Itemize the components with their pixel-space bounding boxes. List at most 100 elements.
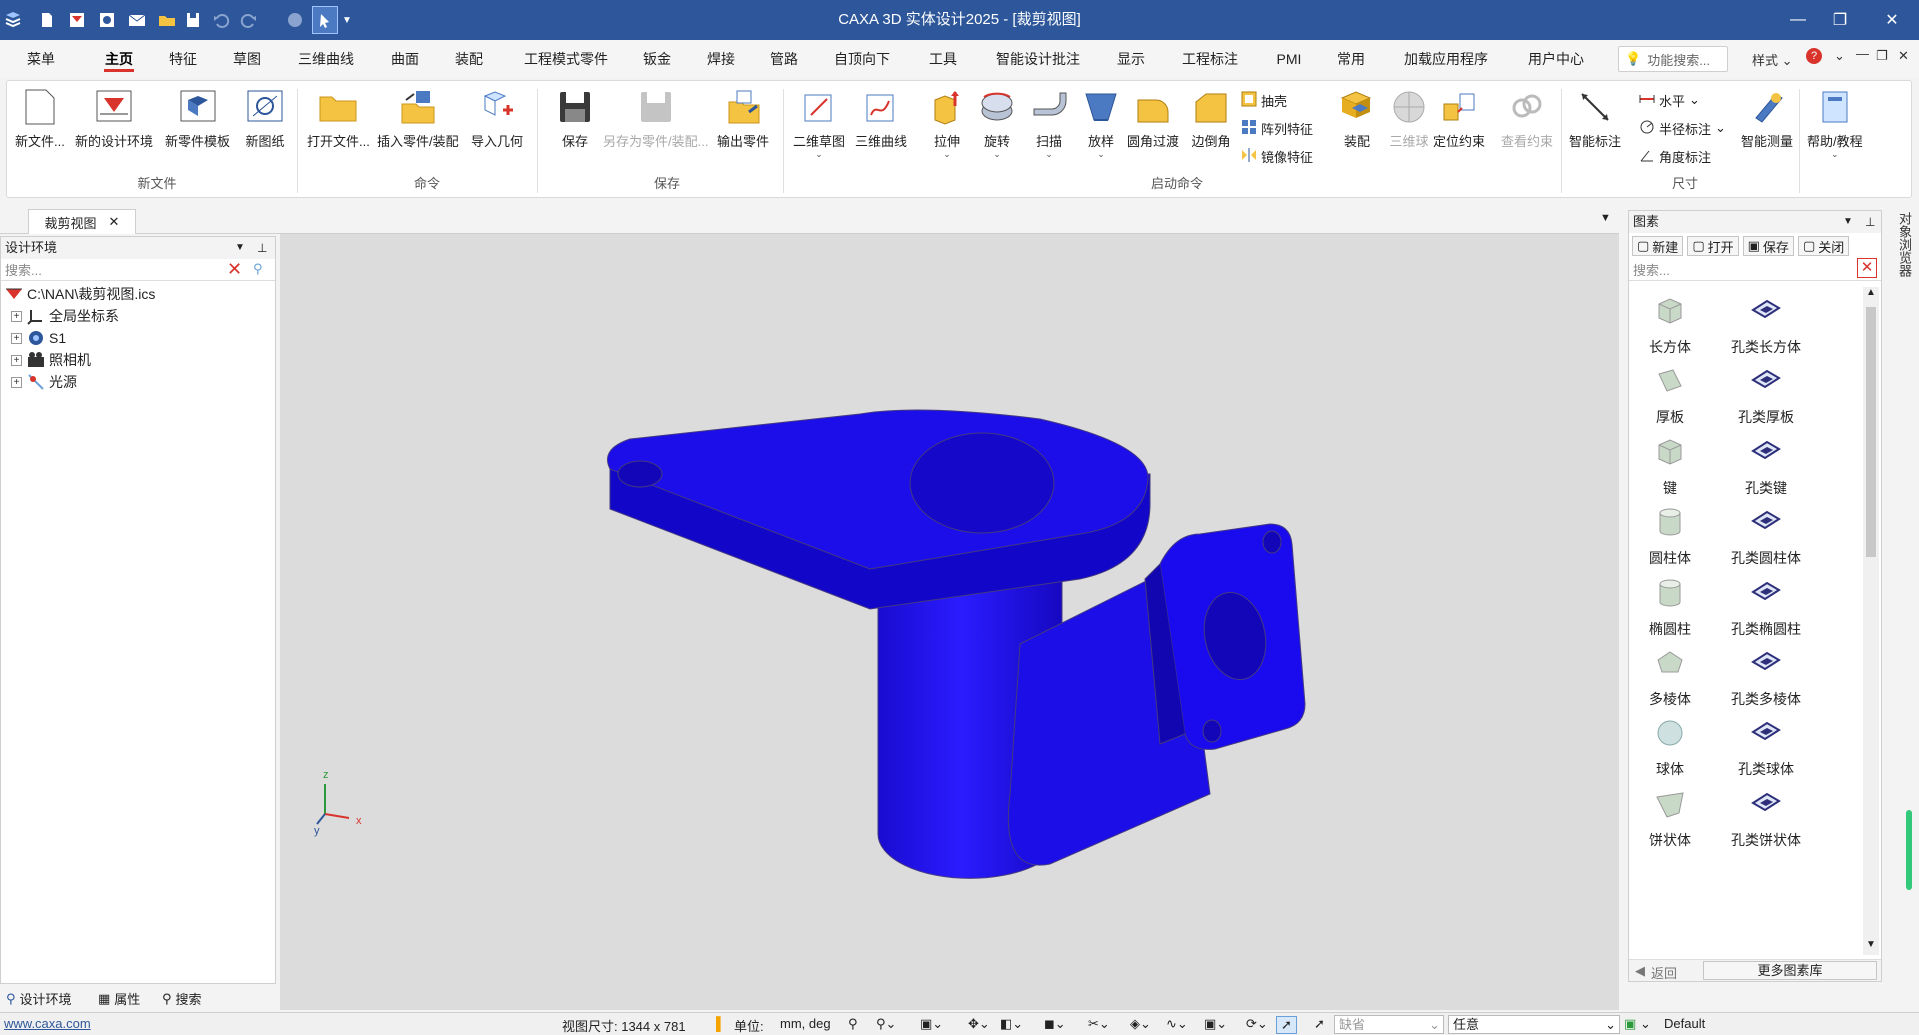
shading-icon[interactable]: ◼⌄: [1044, 1016, 1066, 1032]
move-icon[interactable]: ✥⌄: [968, 1016, 990, 1032]
save-catalog-button[interactable]: ▣ 保存: [1742, 236, 1794, 256]
smart-dimension-button[interactable]: 智能标注: [1569, 87, 1621, 163]
doc-restore-icon[interactable]: ❐: [1876, 48, 1888, 64]
pointer-select-icon[interactable]: ➚: [1276, 1016, 1297, 1034]
tree-item-design-env[interactable]: C:\NAN\裁剪视图.ics: [5, 283, 275, 305]
app-logo-icon[interactable]: [0, 6, 26, 34]
tree-item-global-coord[interactable]: + 全局坐标系: [5, 305, 275, 327]
panel-dropdown-icon[interactable]: ▼: [1843, 211, 1853, 233]
element-hole-key[interactable]: 孔类键: [1691, 432, 1841, 512]
ribbon-options-icon[interactable]: ⌄: [1834, 48, 1845, 64]
new-drawing-button[interactable]: 新图纸: [245, 87, 285, 163]
pick-icon[interactable]: ➚: [1314, 1016, 1325, 1032]
insert-part-button[interactable]: 插入零件/装配: [377, 87, 459, 163]
scrollbar-thumb[interactable]: [1866, 307, 1876, 557]
select-mode-icon[interactable]: [312, 6, 338, 34]
scroll-up-icon[interactable]: ▲: [1866, 287, 1876, 298]
tree-item-camera[interactable]: + 照相机: [5, 349, 275, 371]
gallery-scrollbar[interactable]: ▲ ▼: [1863, 287, 1879, 955]
clear-search-icon[interactable]: ✕: [1857, 258, 1877, 278]
filter-combo[interactable]: 缺省 ⌄: [1334, 1015, 1444, 1034]
pin-icon[interactable]: ⊥: [257, 237, 267, 259]
sphere-3d-button[interactable]: 三维球: [1389, 87, 1429, 163]
tab-common[interactable]: 常用: [1328, 40, 1374, 78]
tab-load-apps[interactable]: 加载应用程序: [1396, 40, 1496, 78]
new-file-button[interactable]: 新文件...: [15, 87, 65, 163]
tab-welding[interactable]: 焊接: [698, 40, 744, 78]
undo-icon[interactable]: [208, 6, 234, 34]
element-hole-sphere[interactable]: 孔类球体: [1691, 713, 1841, 793]
tab-tools[interactable]: 工具: [920, 40, 966, 78]
doc-minimize-icon[interactable]: —: [1856, 46, 1869, 61]
object-browser-side-tab[interactable]: 对象浏览器: [1886, 212, 1914, 277]
curve-icon[interactable]: ∿⌄: [1166, 1016, 1188, 1032]
new-part-icon[interactable]: [94, 6, 120, 34]
shell-button[interactable]: 抽壳: [1241, 89, 1287, 111]
new-part-template-button[interactable]: 新零件模板: [165, 87, 230, 163]
tree-search-input[interactable]: 搜索... ✕ ⚲: [1, 259, 275, 281]
close-icon[interactable]: ✕: [109, 214, 120, 230]
tab-piping[interactable]: 管路: [761, 40, 807, 78]
orbit-icon[interactable]: ⟳⌄: [1246, 1016, 1268, 1032]
tab-surface[interactable]: 曲面: [382, 40, 428, 78]
element-hole-box[interactable]: 孔类长方体: [1691, 291, 1841, 371]
expand-icon[interactable]: +: [11, 332, 22, 344]
help-icon[interactable]: ?: [1806, 48, 1822, 64]
loft-button[interactable]: 放样 ⌄: [1081, 87, 1121, 163]
document-list-dropdown-icon[interactable]: ▼: [1600, 212, 1611, 224]
doc-close-icon[interactable]: ✕: [1898, 48, 1909, 64]
element-hole-ellipse-cylinder[interactable]: 孔类椭圆柱: [1691, 573, 1841, 653]
view-constraint-button[interactable]: 查看约束: [1501, 87, 1553, 163]
help-tutorial-button[interactable]: 帮助/教程 ⌄: [1807, 87, 1863, 163]
tab-search[interactable]: ⚲ 搜索: [162, 989, 202, 1008]
tab-display[interactable]: 显示: [1108, 40, 1154, 78]
close-catalog-button[interactable]: ▢ 关闭: [1797, 236, 1850, 256]
tab-top-down[interactable]: 自顶向下: [826, 40, 898, 78]
render-icon[interactable]: [282, 6, 308, 34]
tab-smart-annotation[interactable]: 智能设计批注: [988, 40, 1088, 78]
sketch-2d-button[interactable]: 二维草图 ⌄: [793, 87, 845, 163]
back-button[interactable]: ◀ 返回: [1635, 963, 1677, 982]
tab-engineering-part[interactable]: 工程模式零件: [516, 40, 616, 78]
sweep-button[interactable]: 扫描 ⌄: [1029, 87, 1069, 163]
save-button[interactable]: 保存: [555, 87, 595, 163]
more-library-button[interactable]: 更多图素库: [1703, 961, 1877, 980]
expand-icon[interactable]: +: [11, 354, 22, 366]
zoom-icon[interactable]: ⚲: [848, 1016, 858, 1032]
open-file-button[interactable]: 打开文件...: [307, 87, 370, 163]
element-hole-prism[interactable]: 孔类多棱体: [1691, 643, 1841, 723]
extrude-button[interactable]: 拉伸 ⌄: [927, 87, 967, 163]
cube-icon[interactable]: ▣⌄: [1204, 1016, 1227, 1032]
tab-properties[interactable]: ▦ 属性: [98, 989, 140, 1008]
open-folder-icon[interactable]: [154, 6, 180, 34]
smart-measure-button[interactable]: 智能测量: [1741, 87, 1793, 163]
mirror-button[interactable]: 镜像特征: [1241, 145, 1313, 167]
element-hole-slab[interactable]: 孔类厚板: [1691, 361, 1841, 441]
panel-dropdown-icon[interactable]: ▼: [235, 237, 245, 259]
render-style-icon[interactable]: ◈⌄: [1130, 1016, 1151, 1032]
expand-icon[interactable]: +: [11, 310, 22, 322]
catalog-search-input[interactable]: 搜索... ✕: [1629, 258, 1881, 281]
assembly-button[interactable]: 装配: [1337, 87, 1377, 163]
quick-access-dropdown-icon[interactable]: ▼: [340, 6, 354, 34]
tab-home[interactable]: 主页: [96, 40, 142, 78]
import-geometry-button[interactable]: 导入几何: [471, 87, 523, 163]
pattern-button[interactable]: 阵列特征: [1241, 117, 1313, 139]
open-catalog-button[interactable]: ▢ 打开: [1687, 236, 1739, 256]
tab-design-env[interactable]: ⚲ 设计环境: [6, 989, 72, 1008]
tab-3d-curve[interactable]: 三维曲线: [290, 40, 362, 78]
scheme-dropdown-icon[interactable]: ⌄: [1640, 1016, 1651, 1032]
feature-search-input[interactable]: 💡 功能搜索...: [1618, 46, 1728, 72]
search-options-icon[interactable]: ⚲: [253, 261, 263, 277]
box-view-icon[interactable]: ◧⌄: [1000, 1016, 1023, 1032]
radius-dimension-button[interactable]: 半径标注 ⌄: [1639, 117, 1726, 139]
new-catalog-button[interactable]: ▢ 新建: [1632, 236, 1684, 256]
tab-engineering-annotation[interactable]: 工程标注: [1174, 40, 1246, 78]
close-button[interactable]: ✕: [1869, 0, 1915, 40]
part-model[interactable]: z y x: [280, 234, 1619, 1010]
scroll-down-icon[interactable]: ▼: [1866, 939, 1876, 950]
tab-pmi[interactable]: PMI: [1266, 40, 1312, 78]
position-constraint-button[interactable]: 定位约束: [1433, 87, 1485, 163]
tab-assembly[interactable]: 装配: [446, 40, 492, 78]
mail-icon[interactable]: [124, 6, 150, 34]
